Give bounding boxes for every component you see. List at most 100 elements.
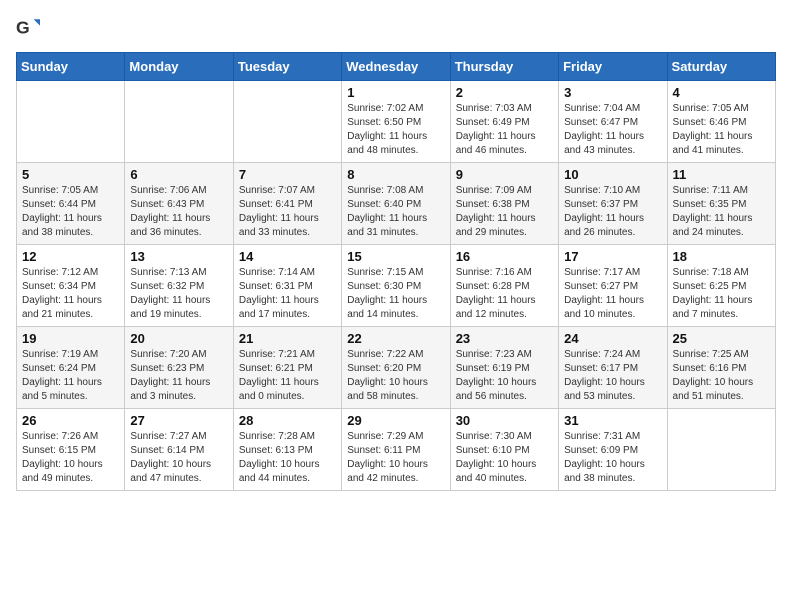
calendar-table: SundayMondayTuesdayWednesdayThursdayFrid… xyxy=(16,52,776,491)
calendar-cell: 10 Sunrise: 7:10 AMSunset: 6:37 PMDayligh… xyxy=(559,163,667,245)
day-number: 15 xyxy=(347,249,444,264)
calendar-cell xyxy=(17,81,125,163)
day-number: 22 xyxy=(347,331,444,346)
day-info: Sunrise: 7:06 AMSunset: 6:43 PMDaylight:… xyxy=(130,184,227,240)
calendar-cell: 3 Sunrise: 7:04 AMSunset: 6:47 PMDaylight… xyxy=(559,81,667,163)
weekday-header-thursday: Thursday xyxy=(450,53,558,81)
day-number: 27 xyxy=(130,413,227,428)
logo: G xyxy=(16,16,44,40)
day-info: Sunrise: 7:21 AMSunset: 6:21 PMDaylight:… xyxy=(239,348,336,404)
day-number: 9 xyxy=(456,167,553,182)
day-info: Sunrise: 7:16 AMSunset: 6:28 PMDaylight:… xyxy=(456,266,553,322)
calendar-cell: 25 Sunrise: 7:25 AMSunset: 6:16 PMDayligh… xyxy=(667,327,775,409)
day-info: Sunrise: 7:14 AMSunset: 6:31 PMDaylight:… xyxy=(239,266,336,322)
day-info: Sunrise: 7:24 AMSunset: 6:17 PMDaylight:… xyxy=(564,348,661,404)
day-info: Sunrise: 7:10 AMSunset: 6:37 PMDaylight:… xyxy=(564,184,661,240)
weekday-header-sunday: Sunday xyxy=(17,53,125,81)
calendar-cell: 17 Sunrise: 7:17 AMSunset: 6:27 PMDayligh… xyxy=(559,245,667,327)
calendar-week-2: 5Sunrise: 7:05 AMSunset: 6:44 PMDaylight… xyxy=(17,163,776,245)
calendar-cell: 24 Sunrise: 7:24 AMSunset: 6:17 PMDayligh… xyxy=(559,327,667,409)
calendar-cell: 14 Sunrise: 7:14 AMSunset: 6:31 PMDayligh… xyxy=(233,245,341,327)
day-number: 14 xyxy=(239,249,336,264)
calendar-cell xyxy=(125,81,233,163)
calendar-cell: 26Sunrise: 7:26 AMSunset: 6:15 PMDayligh… xyxy=(17,409,125,491)
calendar-cell: 1 Sunrise: 7:02 AMSunset: 6:50 PMDaylight… xyxy=(342,81,450,163)
day-info: Sunrise: 7:17 AMSunset: 6:27 PMDaylight:… xyxy=(564,266,661,322)
day-number: 2 xyxy=(456,85,553,100)
day-info: Sunrise: 7:07 AMSunset: 6:41 PMDaylight:… xyxy=(239,184,336,240)
calendar-cell: 29Sunrise: 7:29 AMSunset: 6:11 PMDayligh… xyxy=(342,409,450,491)
day-info: Sunrise: 7:03 AMSunset: 6:49 PMDaylight:… xyxy=(456,102,553,158)
calendar-cell: 23Sunrise: 7:23 AMSunset: 6:19 PMDayligh… xyxy=(450,327,558,409)
calendar-cell: 5Sunrise: 7:05 AMSunset: 6:44 PMDaylight… xyxy=(17,163,125,245)
calendar-cell: 7 Sunrise: 7:07 AMSunset: 6:41 PMDaylight… xyxy=(233,163,341,245)
weekday-header-tuesday: Tuesday xyxy=(233,53,341,81)
day-info: Sunrise: 7:02 AMSunset: 6:50 PMDaylight:… xyxy=(347,102,444,158)
day-number: 18 xyxy=(673,249,770,264)
day-number: 10 xyxy=(564,167,661,182)
day-number: 28 xyxy=(239,413,336,428)
calendar-cell: 30 Sunrise: 7:30 AMSunset: 6:10 PMDayligh… xyxy=(450,409,558,491)
calendar-cell: 9Sunrise: 7:09 AMSunset: 6:38 PMDaylight… xyxy=(450,163,558,245)
calendar-cell: 6 Sunrise: 7:06 AMSunset: 6:43 PMDaylight… xyxy=(125,163,233,245)
day-info: Sunrise: 7:05 AMSunset: 6:46 PMDaylight:… xyxy=(673,102,770,158)
calendar-cell: 27Sunrise: 7:27 AMSunset: 6:14 PMDayligh… xyxy=(125,409,233,491)
day-number: 11 xyxy=(673,167,770,182)
day-number: 25 xyxy=(673,331,770,346)
day-number: 8 xyxy=(347,167,444,182)
calendar-cell: 11 Sunrise: 7:11 AMSunset: 6:35 PMDayligh… xyxy=(667,163,775,245)
calendar-cell: 19 Sunrise: 7:19 AMSunset: 6:24 PMDayligh… xyxy=(17,327,125,409)
day-number: 7 xyxy=(239,167,336,182)
calendar-cell: 4Sunrise: 7:05 AMSunset: 6:46 PMDaylight… xyxy=(667,81,775,163)
logo-icon: G xyxy=(16,16,40,40)
day-info: Sunrise: 7:26 AMSunset: 6:15 PMDaylight:… xyxy=(22,430,119,486)
svg-text:G: G xyxy=(16,18,30,38)
calendar-week-1: 1 Sunrise: 7:02 AMSunset: 6:50 PMDaylight… xyxy=(17,81,776,163)
day-info: Sunrise: 7:20 AMSunset: 6:23 PMDaylight:… xyxy=(130,348,227,404)
calendar-cell: 22 Sunrise: 7:22 AMSunset: 6:20 PMDayligh… xyxy=(342,327,450,409)
calendar-cell: 8Sunrise: 7:08 AMSunset: 6:40 PMDaylight… xyxy=(342,163,450,245)
calendar-cell: 21 Sunrise: 7:21 AMSunset: 6:21 PMDayligh… xyxy=(233,327,341,409)
day-number: 3 xyxy=(564,85,661,100)
day-number: 24 xyxy=(564,331,661,346)
calendar-cell: 28 Sunrise: 7:28 AMSunset: 6:13 PMDayligh… xyxy=(233,409,341,491)
weekday-header-monday: Monday xyxy=(125,53,233,81)
day-number: 31 xyxy=(564,413,661,428)
weekday-header-saturday: Saturday xyxy=(667,53,775,81)
page-header: G xyxy=(16,16,776,40)
calendar-cell: 18 Sunrise: 7:18 AMSunset: 6:25 PMDayligh… xyxy=(667,245,775,327)
day-number: 17 xyxy=(564,249,661,264)
day-number: 13 xyxy=(130,249,227,264)
day-number: 12 xyxy=(22,249,119,264)
calendar-cell: 12 Sunrise: 7:12 AMSunset: 6:34 PMDayligh… xyxy=(17,245,125,327)
weekday-header-wednesday: Wednesday xyxy=(342,53,450,81)
calendar-cell: 31 Sunrise: 7:31 AMSunset: 6:09 PMDayligh… xyxy=(559,409,667,491)
day-info: Sunrise: 7:30 AMSunset: 6:10 PMDaylight:… xyxy=(456,430,553,486)
day-info: Sunrise: 7:25 AMSunset: 6:16 PMDaylight:… xyxy=(673,348,770,404)
day-info: Sunrise: 7:13 AMSunset: 6:32 PMDaylight:… xyxy=(130,266,227,322)
calendar-cell: 13 Sunrise: 7:13 AMSunset: 6:32 PMDayligh… xyxy=(125,245,233,327)
day-info: Sunrise: 7:31 AMSunset: 6:09 PMDaylight:… xyxy=(564,430,661,486)
day-number: 21 xyxy=(239,331,336,346)
calendar-cell xyxy=(233,81,341,163)
day-info: Sunrise: 7:15 AMSunset: 6:30 PMDaylight:… xyxy=(347,266,444,322)
day-info: Sunrise: 7:05 AMSunset: 6:44 PMDaylight:… xyxy=(22,184,119,240)
day-info: Sunrise: 7:22 AMSunset: 6:20 PMDaylight:… xyxy=(347,348,444,404)
calendar-week-4: 19 Sunrise: 7:19 AMSunset: 6:24 PMDayligh… xyxy=(17,327,776,409)
day-info: Sunrise: 7:12 AMSunset: 6:34 PMDaylight:… xyxy=(22,266,119,322)
day-number: 30 xyxy=(456,413,553,428)
day-info: Sunrise: 7:28 AMSunset: 6:13 PMDaylight:… xyxy=(239,430,336,486)
calendar-cell: 20 Sunrise: 7:20 AMSunset: 6:23 PMDayligh… xyxy=(125,327,233,409)
day-info: Sunrise: 7:19 AMSunset: 6:24 PMDaylight:… xyxy=(22,348,119,404)
day-info: Sunrise: 7:18 AMSunset: 6:25 PMDaylight:… xyxy=(673,266,770,322)
day-info: Sunrise: 7:04 AMSunset: 6:47 PMDaylight:… xyxy=(564,102,661,158)
day-number: 20 xyxy=(130,331,227,346)
day-info: Sunrise: 7:23 AMSunset: 6:19 PMDaylight:… xyxy=(456,348,553,404)
calendar-week-5: 26Sunrise: 7:26 AMSunset: 6:15 PMDayligh… xyxy=(17,409,776,491)
day-number: 6 xyxy=(130,167,227,182)
day-number: 19 xyxy=(22,331,119,346)
day-info: Sunrise: 7:11 AMSunset: 6:35 PMDaylight:… xyxy=(673,184,770,240)
calendar-cell: 15 Sunrise: 7:15 AMSunset: 6:30 PMDayligh… xyxy=(342,245,450,327)
day-number: 1 xyxy=(347,85,444,100)
calendar-cell xyxy=(667,409,775,491)
